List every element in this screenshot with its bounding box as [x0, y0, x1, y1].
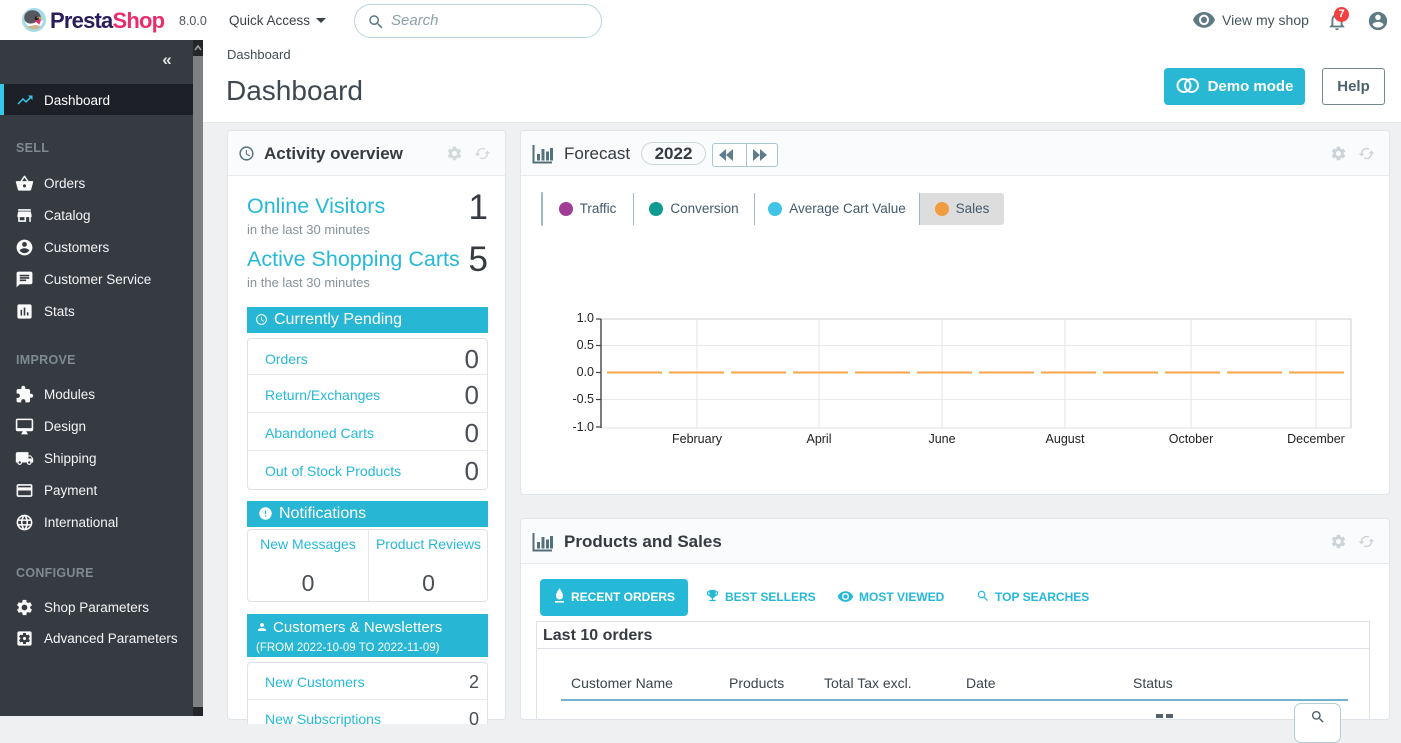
svg-text:-1.0: -1.0	[572, 420, 594, 434]
svg-text:0.0: 0.0	[577, 365, 594, 379]
svg-text:-0.5: -0.5	[572, 392, 594, 406]
svg-text:December: December	[1287, 432, 1345, 446]
svg-text:June: June	[928, 432, 955, 446]
svg-text:February: February	[672, 432, 723, 446]
svg-text:0.5: 0.5	[577, 338, 594, 352]
svg-text:April: April	[806, 432, 831, 446]
svg-text:1.0: 1.0	[577, 311, 594, 325]
svg-text:October: October	[1169, 432, 1213, 446]
svg-text:August: August	[1046, 432, 1085, 446]
